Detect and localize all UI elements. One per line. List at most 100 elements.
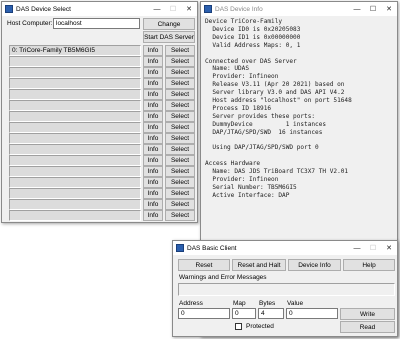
device-info-titlebar[interactable]: DAS Device Info — ☐ ✕ bbox=[201, 2, 397, 16]
device-select-titlebar[interactable]: DAS Device Select — ☐ ✕ bbox=[2, 2, 197, 16]
device-row: Info Select bbox=[9, 89, 195, 100]
info-button[interactable]: Info bbox=[143, 210, 163, 221]
window-title: DAS Device Info bbox=[215, 5, 263, 13]
device-row: Info Select bbox=[9, 177, 195, 188]
info-button[interactable]: Info bbox=[143, 122, 163, 133]
device-row: Info Select bbox=[9, 188, 195, 199]
device-row-label bbox=[9, 56, 141, 67]
device-row-label bbox=[9, 166, 141, 177]
device-row: Info Select bbox=[9, 100, 195, 111]
info-line: Provider: Infineon bbox=[205, 176, 279, 184]
protected-checkbox[interactable] bbox=[235, 323, 242, 330]
device-row: 0: TriCore-Family TB5M6GI5 Info Select bbox=[9, 45, 195, 56]
info-button[interactable]: Info bbox=[143, 188, 163, 199]
select-button[interactable]: Select bbox=[165, 177, 195, 188]
minimize-icon[interactable]: — bbox=[349, 241, 365, 255]
select-button[interactable]: Select bbox=[165, 100, 195, 111]
basic-client-titlebar[interactable]: DAS Basic Client — ☐ ✕ bbox=[173, 241, 397, 255]
select-button[interactable]: Select bbox=[165, 155, 195, 166]
device-row: Info Select bbox=[9, 144, 195, 155]
map-input[interactable]: 0 bbox=[232, 308, 256, 319]
select-button[interactable]: Select bbox=[165, 111, 195, 122]
maximize-icon: ☐ bbox=[169, 6, 177, 13]
device-row-label bbox=[9, 78, 141, 89]
start-server-button[interactable]: Start DAS Server bbox=[143, 31, 195, 43]
device-row: Info Select bbox=[9, 199, 195, 210]
select-button[interactable]: Select bbox=[165, 122, 195, 133]
reset-and-halt-button[interactable]: Reset and Halt bbox=[232, 259, 286, 271]
device-row-label bbox=[9, 188, 141, 199]
info-line: Server library V3.0 and DAS API V4.2 bbox=[205, 89, 345, 97]
maximize-icon[interactable]: ☐ bbox=[365, 2, 381, 16]
map-label: Map bbox=[233, 300, 246, 307]
info-line: Device ID0 is 0x20205083 bbox=[205, 25, 301, 33]
info-line: Valid Address Maps: 0, 1 bbox=[205, 41, 301, 49]
read-button[interactable]: Read bbox=[340, 321, 395, 333]
info-button[interactable]: Info bbox=[143, 199, 163, 210]
select-button[interactable]: Select bbox=[165, 56, 195, 67]
help-button[interactable]: Help bbox=[343, 259, 395, 271]
info-line bbox=[205, 137, 393, 145]
minimize-icon[interactable]: — bbox=[349, 2, 365, 16]
info-line: Device ID1 is 0x00000000 bbox=[205, 33, 301, 41]
select-button[interactable]: Select bbox=[165, 166, 195, 177]
info-line: Access Hardware bbox=[205, 160, 261, 168]
info-button[interactable]: Info bbox=[143, 67, 163, 78]
select-button[interactable]: Select bbox=[165, 210, 195, 221]
info-button[interactable]: Info bbox=[143, 45, 163, 56]
info-button[interactable]: Info bbox=[143, 144, 163, 155]
basic-client-window: DAS Basic Client — ☐ ✕ Reset Reset and H… bbox=[172, 240, 398, 337]
device-row-label bbox=[9, 89, 141, 100]
write-button[interactable]: Write bbox=[340, 308, 395, 320]
info-line: Provider: Infineon bbox=[205, 73, 279, 81]
info-line: Device TriCore-Family bbox=[205, 18, 283, 25]
device-row: Info Select bbox=[9, 210, 195, 221]
info-button[interactable]: Info bbox=[143, 56, 163, 67]
host-input[interactable]: localhost bbox=[53, 18, 140, 29]
address-input[interactable]: 0 bbox=[178, 308, 230, 319]
select-button[interactable]: Select bbox=[165, 199, 195, 210]
minimize-icon[interactable]: — bbox=[149, 2, 165, 16]
device-row-label bbox=[9, 177, 141, 188]
select-button[interactable]: Select bbox=[165, 89, 195, 100]
device-row-label bbox=[9, 155, 141, 166]
device-info-text: Device TriCore-Family Device ID0 is 0x20… bbox=[205, 18, 393, 200]
info-button[interactable]: Info bbox=[143, 78, 163, 89]
select-button[interactable]: Select bbox=[165, 133, 195, 144]
close-icon[interactable]: ✕ bbox=[381, 241, 397, 255]
device-row-label bbox=[9, 67, 141, 78]
select-button[interactable]: Select bbox=[165, 144, 195, 155]
info-button[interactable]: Info bbox=[143, 133, 163, 144]
bytes-input[interactable]: 4 bbox=[258, 308, 284, 319]
select-button[interactable]: Select bbox=[165, 67, 195, 78]
info-line: Name: UDAS bbox=[205, 65, 250, 73]
warnings-box bbox=[178, 283, 395, 296]
info-button[interactable]: Info bbox=[143, 166, 163, 177]
info-line: Name: DAS JDS TriBoard TC3X7 TH V2.01 bbox=[205, 168, 349, 176]
info-button[interactable]: Info bbox=[143, 100, 163, 111]
protected-label: Protected bbox=[246, 323, 274, 330]
info-line: Release V3.11 (Apr 20 2021) based on bbox=[205, 81, 345, 89]
device-row: Info Select bbox=[9, 122, 195, 133]
select-button[interactable]: Select bbox=[165, 78, 195, 89]
info-line: Active Interface: DAP bbox=[205, 191, 290, 199]
change-button[interactable]: Change bbox=[143, 18, 195, 30]
app-icon bbox=[176, 244, 184, 252]
address-label: Address bbox=[179, 300, 203, 307]
info-button[interactable]: Info bbox=[143, 177, 163, 188]
close-icon[interactable]: ✕ bbox=[181, 2, 197, 16]
device-row-label: 0: TriCore-Family TB5M6GI5 bbox=[9, 45, 141, 56]
window-title: DAS Basic Client bbox=[187, 244, 237, 252]
device-row: Info Select bbox=[9, 78, 195, 89]
info-button[interactable]: Info bbox=[143, 111, 163, 122]
device-row-label bbox=[9, 199, 141, 210]
select-button[interactable]: Select bbox=[165, 188, 195, 199]
value-input[interactable]: 0 bbox=[286, 308, 338, 319]
device-info-button[interactable]: Device Info bbox=[288, 259, 341, 271]
device-row-label bbox=[9, 144, 141, 155]
info-button[interactable]: Info bbox=[143, 89, 163, 100]
info-button[interactable]: Info bbox=[143, 155, 163, 166]
close-icon[interactable]: ✕ bbox=[381, 2, 397, 16]
select-button[interactable]: Select bbox=[165, 45, 195, 56]
reset-button[interactable]: Reset bbox=[178, 259, 230, 271]
